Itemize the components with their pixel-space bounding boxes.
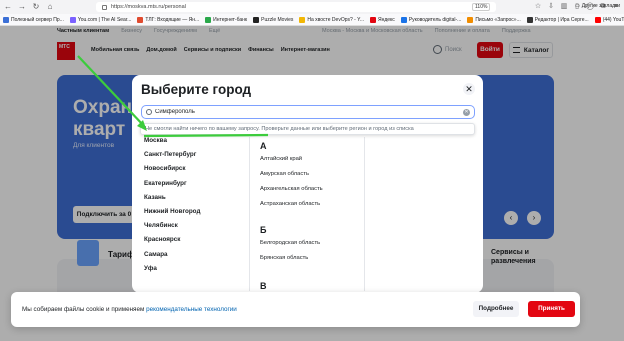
city-search-field[interactable]: ✕ xyxy=(141,105,475,119)
address-bar[interactable]: https://moskva.mts.ru/personal xyxy=(96,2,496,12)
city-item[interactable]: Челябинск xyxy=(144,222,178,229)
favicon-icon xyxy=(467,16,474,23)
downloads-icon[interactable]: ⇩ xyxy=(547,2,555,11)
region-item[interactable]: Брянская область xyxy=(260,255,308,261)
city-item[interactable]: Санкт-Петербург xyxy=(144,151,196,158)
cookie-text: Мы собираем файлы cookie и применяем рек… xyxy=(22,306,237,313)
region-item[interactable]: Белгородская область xyxy=(260,240,320,246)
search-icon xyxy=(146,109,152,115)
close-icon[interactable]: ✕ xyxy=(463,83,475,95)
bookmark-label: Яндекс xyxy=(377,16,395,23)
letter-heading: В xyxy=(260,281,267,291)
cookie-link[interactable]: рекомендательные технологии xyxy=(146,306,237,313)
bookmarks-bar: Полезный сервер Пр... You.com | The AI Se… xyxy=(0,14,624,26)
home-icon[interactable]: ⌂ xyxy=(46,3,54,11)
other-bookmarks[interactable]: ▭ Другие закладки xyxy=(575,3,620,9)
city-select-modal: Выберите город ✕ ✕ Москва Санкт-Петербург… xyxy=(132,75,483,293)
city-item[interactable]: Казань xyxy=(144,194,166,201)
modal-title: Выберите город xyxy=(141,82,252,97)
favicon-icon xyxy=(3,16,9,23)
reload-icon[interactable]: ↻ xyxy=(32,3,40,11)
favicon-icon xyxy=(253,16,260,23)
no-results-message: Не смогли найти ничего по вашему запросу… xyxy=(140,123,475,135)
cookie-message: Мы собираем файлы cookie и применяем xyxy=(22,306,145,313)
city-item[interactable]: Нижний Новгород xyxy=(144,208,200,215)
cookie-accept-button[interactable]: Принять xyxy=(528,301,575,317)
url-text: https://moskva.mts.ru/personal xyxy=(111,4,186,10)
cookie-banner: Мы собираем файлы cookie и применяем рек… xyxy=(11,292,580,327)
favicon-icon xyxy=(299,16,306,23)
favicon-icon xyxy=(526,16,533,23)
bookmark-label: Интернет-банк xyxy=(213,16,248,23)
favicon-icon xyxy=(400,16,407,23)
favicon-icon xyxy=(594,16,601,23)
bookmark-label: На хвосте DevOps? - Y... xyxy=(307,16,364,23)
bookmark-item[interactable]: You.com | The AI Sear... xyxy=(69,16,132,23)
folder-icon: ▭ xyxy=(574,3,580,9)
bookmark-item[interactable]: ТЛГ: Входящие — Ян... xyxy=(137,16,200,23)
bookmark-item[interactable]: Яндекс xyxy=(369,16,395,23)
letter-heading: Б xyxy=(260,225,267,235)
bookmark-item[interactable]: Письмо «Запрос»... xyxy=(467,16,521,23)
forward-icon[interactable]: → xyxy=(18,3,26,11)
bookmark-label: Полезный сервер Пр... xyxy=(11,16,64,23)
favicon-icon xyxy=(205,16,212,23)
favicon-icon xyxy=(137,16,144,23)
bookmark-item[interactable]: Руководитель digital-... xyxy=(400,16,462,23)
clear-icon[interactable]: ✕ xyxy=(463,109,470,116)
column-divider xyxy=(364,137,365,291)
bookmark-label: (44) YouTube xyxy=(602,16,624,23)
popular-cities-list: Москва Санкт-Петербург Новосибирск Екатерин… xyxy=(132,137,249,291)
bookmark-label: ТЛГ: Входящие — Ян... xyxy=(145,16,200,23)
regions-list: А Алтайский край Амурская область Арханг… xyxy=(250,137,364,291)
bookmark-item[interactable]: Редактор | Ира Серге... xyxy=(526,16,589,23)
city-item[interactable]: Москва xyxy=(144,137,167,144)
bookmark-item[interactable]: Полезный сервер Пр... xyxy=(3,16,64,23)
city-item[interactable]: Новосибирск xyxy=(144,165,186,172)
lock-icon xyxy=(102,4,107,10)
bookmark-item[interactable]: Puzzle Movies xyxy=(253,16,294,23)
bookmark-label: Руководитель digital-... xyxy=(408,16,462,23)
region-item[interactable]: Алтайский край xyxy=(260,156,302,162)
region-item[interactable]: Амурская область xyxy=(260,171,309,177)
city-item[interactable]: Самара xyxy=(144,251,168,258)
city-item[interactable]: Красноярск xyxy=(144,236,180,243)
bookmark-label: Письмо «Запрос»... xyxy=(475,16,521,23)
city-item[interactable]: Екатеринбург xyxy=(144,180,187,187)
other-bookmarks-label: Другие закладки xyxy=(581,3,620,9)
bookmark-item[interactable]: (44) YouTube xyxy=(594,16,624,23)
zoom-level[interactable]: 110% xyxy=(472,3,491,11)
city-search-input[interactable] xyxy=(155,109,445,115)
bookmark-label: You.com | The AI Sear... xyxy=(77,16,132,23)
region-item[interactable]: Астраханская область xyxy=(260,201,320,207)
favicon-icon xyxy=(69,16,76,23)
library-icon[interactable]: ▥ xyxy=(560,2,568,11)
bookmark-star-icon[interactable]: ☆ xyxy=(534,2,542,11)
city-item[interactable]: Уфа xyxy=(144,265,157,272)
bookmark-item[interactable]: Интернет-банк xyxy=(205,16,248,23)
bookmark-label: Редактор | Ира Серге... xyxy=(534,16,589,23)
cookie-more-button[interactable]: Подробнее xyxy=(473,301,519,317)
back-icon[interactable]: ← xyxy=(4,3,12,11)
region-item[interactable]: Архангельская область xyxy=(260,186,323,192)
bookmark-item[interactable]: На хвосте DevOps? - Y... xyxy=(299,16,364,23)
letter-heading: А xyxy=(260,141,267,151)
bookmark-label: Puzzle Movies xyxy=(261,16,294,23)
favicon-icon xyxy=(369,16,376,23)
